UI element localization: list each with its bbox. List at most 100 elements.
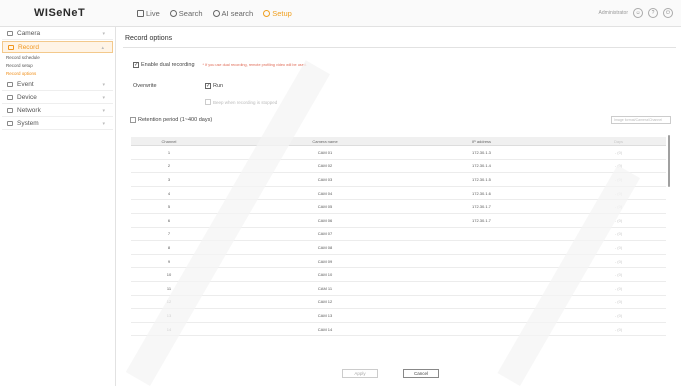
cell-camera-name: CAM 03: [317, 176, 333, 182]
camera-icon: [7, 31, 13, 36]
cell-ip-address: 172.30.1.5: [472, 176, 491, 182]
column-header-ip-address: IP address: [472, 138, 492, 144]
channel-search-input[interactable]: Image format/Camera/Channel: [611, 116, 671, 124]
table-row: 7 CAM 07 - (0): [131, 228, 666, 242]
search-icon: [169, 10, 177, 17]
cell-camera-name: CAM 13: [317, 312, 333, 318]
monitor-icon: [137, 10, 144, 17]
cell-channel: 4: [167, 190, 171, 196]
submenu-record-options[interactable]: Record options: [0, 70, 115, 78]
nav-search[interactable]: Search: [169, 9, 203, 18]
sidebar-item-label: System: [17, 120, 39, 127]
cell-camera-name: CAM 08: [317, 244, 333, 250]
cell-days[interactable]: - (0): [571, 204, 666, 209]
nav-live-label: Live: [146, 9, 160, 18]
nav-live[interactable]: Live: [137, 9, 160, 18]
cell-camera-name: CAM 06: [317, 217, 333, 223]
column-header-channel: Channel: [161, 138, 177, 144]
table-scrollbar[interactable]: [668, 135, 670, 187]
cell-channel: 12: [166, 299, 172, 305]
cell-days[interactable]: - (0): [571, 313, 666, 318]
chevron-down-icon: ▾: [102, 82, 105, 88]
main-nav: Live Search AI search Setup: [137, 9, 292, 18]
help-icon[interactable]: ?: [648, 8, 658, 18]
cell-days[interactable]: - (0): [571, 231, 666, 236]
cell-camera-name: CAM 12: [317, 299, 333, 305]
cell-ip-address: 172.30.1.6: [472, 190, 491, 196]
retention-table: Channel Camera name IP address Days 1 CAM…: [131, 137, 666, 337]
record-icon: [8, 44, 14, 50]
cell-days[interactable]: - (0): [571, 272, 666, 277]
cell-days[interactable]: - (0): [571, 191, 666, 196]
cell-channel: 2: [167, 163, 171, 169]
sidebar-item-record[interactable]: Record ▴: [2, 41, 113, 53]
sidebar-item-label: Network: [17, 107, 41, 114]
cancel-button[interactable]: Cancel: [403, 369, 439, 378]
sidebar-item-camera[interactable]: Camera ▾: [2, 28, 113, 40]
sidebar-item-event[interactable]: Event ▾: [2, 79, 113, 91]
sidebar-item-network[interactable]: Network ▾: [2, 105, 113, 117]
retention-label: Retention period (1~400 days): [138, 117, 213, 123]
cell-camera-name: CAM 05: [317, 204, 333, 210]
cell-days[interactable]: - (0): [571, 299, 666, 304]
cell-days[interactable]: - (0): [571, 163, 666, 168]
table-header: Channel Camera name IP address Days: [131, 137, 666, 146]
sidebar-item-device[interactable]: Device ▾: [2, 92, 113, 104]
cell-channel: 1: [167, 149, 171, 155]
network-icon: [7, 108, 13, 113]
nav-setup-label: Setup: [272, 9, 292, 18]
cell-camera-name: CAM 01: [317, 149, 333, 155]
beep-row: Beep when recording is stopped: [205, 99, 277, 105]
apply-button[interactable]: Apply: [342, 369, 378, 378]
table-row: 8 CAM 08 - (0): [131, 241, 666, 255]
table-row: 11 CAM 11 - (0): [131, 282, 666, 296]
cell-days[interactable]: - (0): [571, 286, 666, 291]
dual-recording-label: Enable dual recording: [141, 62, 195, 68]
nav-setup[interactable]: Setup: [263, 9, 292, 18]
logout-icon[interactable]: ⏻: [663, 8, 673, 18]
cell-days[interactable]: - (0): [571, 259, 666, 264]
table-row: 6 CAM 06 172.30.1.7 - (0): [131, 214, 666, 228]
cell-channel: 14: [166, 326, 172, 332]
table-row: 1 CAM 01 172.30.1.3 - (0): [131, 146, 666, 160]
cell-days[interactable]: - (0): [571, 177, 666, 182]
sidebar-item-label: Device: [17, 94, 37, 101]
chevron-up-icon: ▴: [101, 45, 104, 51]
sidebar-item-system[interactable]: System ▾: [2, 118, 113, 130]
cell-camera-name: CAM 14: [317, 326, 333, 332]
sidebar-item-label: Record: [18, 43, 39, 51]
cell-camera-name: CAM 11: [317, 285, 333, 291]
submenu-record-setup[interactable]: Record setup: [0, 62, 115, 70]
top-bar: WISeNeT Live Search AI search Setup Admi…: [0, 0, 681, 27]
nav-ai-search[interactable]: AI search: [212, 9, 253, 18]
user-icon[interactable]: ☺: [633, 8, 643, 18]
cell-camera-name: CAM 04: [317, 190, 333, 196]
table-row: 10 CAM 10 - (0): [131, 268, 666, 282]
run-checkbox[interactable]: [205, 83, 211, 89]
dual-recording-checkbox[interactable]: [133, 62, 139, 68]
cell-ip-address: 172.30.1.4: [472, 163, 491, 169]
logo: WISeNeT: [34, 7, 86, 19]
chevron-down-icon: ▾: [102, 108, 105, 114]
cell-days[interactable]: - (0): [571, 245, 666, 250]
ai-search-icon: [212, 10, 220, 17]
table-row: 9 CAM 09 - (0): [131, 255, 666, 269]
table-row: 2 CAM 02 172.30.1.4 - (0): [131, 160, 666, 174]
cell-camera-name: CAM 02: [317, 163, 333, 169]
beep-checkbox[interactable]: [205, 99, 211, 105]
table-row: 5 CAM 05 172.30.1.7 - (0): [131, 200, 666, 214]
system-icon: [7, 121, 13, 126]
chevron-down-icon: ▾: [102, 31, 105, 37]
table-row: 12 CAM 12 - (0): [131, 296, 666, 310]
cell-days[interactable]: - (0): [571, 218, 666, 223]
cell-channel: 8: [167, 244, 171, 250]
submenu-record-schedule[interactable]: Record schedule: [0, 54, 115, 62]
retention-checkbox[interactable]: [130, 117, 136, 123]
cell-days[interactable]: - (0): [571, 327, 666, 332]
user-name[interactable]: Administrator: [599, 10, 628, 16]
cell-channel: 9: [167, 258, 171, 264]
cell-days[interactable]: - (0): [571, 150, 666, 155]
table-row: 14 CAM 14 - (0): [131, 323, 666, 337]
retention-row: Retention period (1~400 days): [130, 117, 212, 123]
dual-recording-note: * If you use dual recording, remote prof…: [202, 63, 307, 67]
